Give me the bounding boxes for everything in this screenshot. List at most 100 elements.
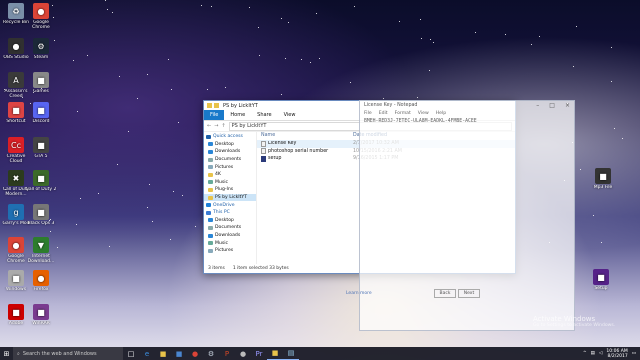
nav-item[interactable]: Downloads bbox=[204, 232, 256, 240]
nav-item-label: Documents bbox=[215, 225, 242, 231]
taskbar: ⊞ ⌕ Search the web and Windows □ e ■ ■ ● ⚙ P ● P… bbox=[0, 347, 640, 360]
taskbar-notepad-icon[interactable]: ▤ bbox=[283, 347, 299, 360]
desktop-icon[interactable]: ● Google Chrome bbox=[25, 3, 57, 30]
taskbar-steam-icon[interactable]: ⚙ bbox=[203, 347, 219, 360]
app-icon: ■ bbox=[33, 102, 49, 118]
desktop-icon[interactable]: ■ GTA 5 bbox=[25, 137, 57, 164]
nav-item[interactable]: Pictures bbox=[204, 163, 256, 171]
notepad-titlebar[interactable]: License Key - Notepad – □ × bbox=[360, 101, 574, 110]
search-placeholder: Search the web and Windows bbox=[22, 350, 97, 357]
taskbar-chrome-icon[interactable]: ● bbox=[187, 347, 203, 360]
column-name[interactable]: Name bbox=[261, 133, 353, 138]
taskbar-explorer-window-icon[interactable]: ■ bbox=[267, 347, 283, 360]
notifications-icon[interactable]: ▭ bbox=[632, 351, 636, 356]
desktop-icon[interactable]: ■ Discord bbox=[25, 102, 57, 129]
window-title: PS by LickItYT bbox=[223, 102, 258, 109]
nav-item[interactable]: Music bbox=[204, 239, 256, 247]
quick-access-toolbar[interactable] bbox=[207, 103, 219, 108]
star bbox=[57, 247, 58, 248]
desktop-icon[interactable]: ■ Games bbox=[25, 72, 57, 99]
star bbox=[249, 7, 250, 8]
tab-file[interactable]: File bbox=[204, 110, 225, 120]
star bbox=[420, 19, 421, 20]
minimize-icon[interactable]: – bbox=[536, 102, 539, 109]
nav-item[interactable]: Pictures bbox=[204, 247, 256, 255]
desktop-icon-label: GTA 5 bbox=[34, 154, 48, 159]
maximize-icon[interactable]: □ bbox=[549, 102, 555, 109]
forward-arrow-icon[interactable]: → bbox=[214, 123, 218, 129]
star bbox=[225, 87, 226, 88]
menu-format[interactable]: Format bbox=[395, 111, 411, 116]
taskbar-store-icon[interactable]: ■ bbox=[171, 347, 187, 360]
folder-icon bbox=[208, 165, 213, 170]
app-icon: ⚙ bbox=[33, 38, 49, 54]
desktop-icon[interactable]: ■ WinRAR bbox=[25, 304, 57, 331]
menu-edit[interactable]: Edit bbox=[379, 111, 388, 116]
notepad-window[interactable]: License Key - Notepad – □ × File Edit Fo… bbox=[346, 100, 575, 331]
installer-dialog-ghost: Learn more Back Next bbox=[342, 269, 502, 299]
app-icon: Cc bbox=[8, 137, 24, 153]
desktop-icon[interactable]: ■ Mp3 File bbox=[587, 168, 619, 195]
desktop-icon[interactable]: ⚙ Steam bbox=[25, 38, 57, 65]
folder-icon bbox=[214, 103, 219, 108]
star bbox=[285, 58, 286, 59]
star bbox=[171, 89, 172, 90]
menu-file[interactable]: File bbox=[364, 111, 372, 116]
start-button[interactable]: ⊞ bbox=[0, 347, 13, 360]
nav-item[interactable]: Music bbox=[204, 179, 256, 187]
star bbox=[622, 138, 623, 139]
star bbox=[258, 27, 259, 28]
taskbar-edge-icon[interactable]: e bbox=[139, 347, 155, 360]
nav-item[interactable]: Documents bbox=[204, 156, 256, 164]
nav-item-label: Documents bbox=[215, 157, 242, 163]
tab-share[interactable]: Share bbox=[251, 110, 277, 120]
network-icon[interactable]: ▤ bbox=[591, 351, 595, 356]
tab-home[interactable]: Home bbox=[224, 110, 251, 120]
back-button[interactable]: Back bbox=[434, 289, 456, 298]
desktop-icon[interactable]: ■ Setup bbox=[585, 269, 617, 296]
star bbox=[288, 22, 289, 23]
nav-item[interactable]: Documents bbox=[204, 224, 256, 232]
volume-icon[interactable]: ◁ bbox=[599, 351, 602, 356]
up-arrow-icon[interactable]: ↑ bbox=[221, 123, 225, 129]
desktop-icon[interactable]: ■ Call of Duty 2 bbox=[25, 170, 57, 197]
nav-item[interactable]: 4K bbox=[204, 171, 256, 179]
tab-view[interactable]: View bbox=[278, 110, 302, 120]
desktop-icon-label: Call of Duty 2 bbox=[25, 187, 57, 192]
close-icon[interactable]: × bbox=[565, 102, 570, 109]
chevron-up-icon[interactable]: ^ bbox=[583, 351, 587, 356]
taskbar-premiere-icon[interactable]: Pr bbox=[251, 347, 267, 360]
desktop-icon[interactable]: ■ Black Ops 3 bbox=[25, 204, 57, 231]
star bbox=[147, 207, 148, 208]
back-arrow-icon[interactable]: ← bbox=[207, 123, 211, 129]
menu-help[interactable]: Help bbox=[436, 111, 446, 116]
taskbar-obs-icon[interactable]: ● bbox=[235, 347, 251, 360]
file-name-cell: License Key bbox=[261, 140, 353, 147]
app-icon: ■ bbox=[33, 304, 49, 320]
clock[interactable]: 10:06 AM 8/2/2017 bbox=[606, 349, 627, 359]
star bbox=[319, 58, 320, 59]
menu-view[interactable]: View bbox=[418, 111, 429, 116]
folder-icon bbox=[208, 172, 213, 177]
nav-item[interactable]: OneDrive bbox=[204, 201, 256, 209]
nav-item[interactable]: Plug-Ins bbox=[204, 186, 256, 194]
desktop-icon-label: Google Chrome bbox=[32, 20, 50, 30]
selection-info: 1 item selected 33 bytes bbox=[232, 266, 289, 271]
nav-item[interactable]: Quick access bbox=[204, 133, 256, 141]
next-button[interactable]: Next bbox=[458, 289, 480, 298]
star bbox=[580, 169, 581, 170]
learn-more-link[interactable]: Learn more bbox=[346, 291, 372, 296]
taskbar-task-view-icon[interactable]: □ bbox=[123, 347, 139, 360]
nav-item[interactable]: This PC bbox=[204, 209, 256, 217]
app-icon: ● bbox=[33, 270, 49, 286]
nav-item[interactable]: Desktop bbox=[204, 141, 256, 149]
notepad-text-area[interactable]: BMEH-RED3J-7ETEC-ULA8M-EADKL-4FMBE-ACEE bbox=[360, 117, 574, 126]
nav-item[interactable]: Downloads bbox=[204, 148, 256, 156]
nav-item[interactable]: Desktop bbox=[204, 217, 256, 225]
desktop-icon[interactable]: ● Firefox bbox=[25, 270, 57, 297]
desktop-icon[interactable]: ▼ Internet Download... bbox=[25, 237, 57, 264]
taskbar-powerpoint-icon[interactable]: P bbox=[219, 347, 235, 360]
search-box[interactable]: ⌕ Search the web and Windows bbox=[13, 347, 123, 360]
nav-item[interactable]: PS by LickItYT bbox=[204, 193, 256, 202]
taskbar-file-explorer-icon[interactable]: ■ bbox=[155, 347, 171, 360]
